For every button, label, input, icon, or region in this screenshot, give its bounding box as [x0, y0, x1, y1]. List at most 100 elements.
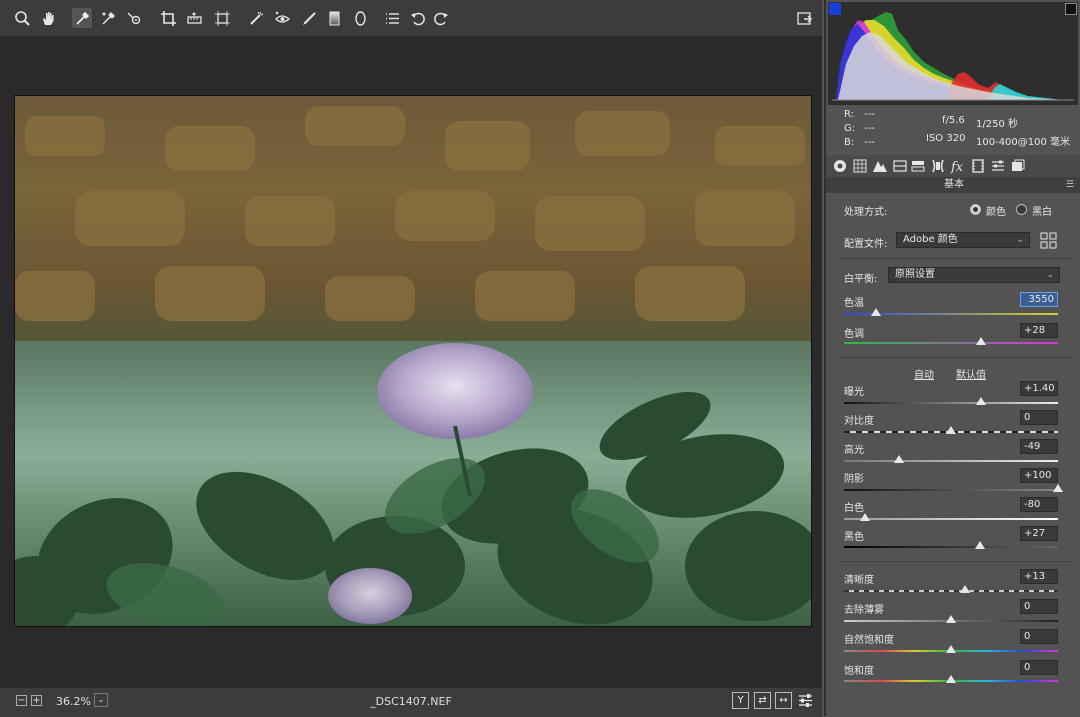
crop-icon[interactable]: [158, 8, 178, 28]
calibration-tab-icon[interactable]: [970, 158, 986, 174]
rotate-ccw-icon[interactable]: [408, 8, 428, 28]
saturation-value-field[interactable]: 0: [1020, 660, 1058, 675]
chevron-down-icon: ⌄: [1016, 235, 1024, 245]
tint-value-field[interactable]: +28: [1020, 323, 1058, 338]
list-icon[interactable]: [382, 8, 402, 28]
effects-tab-icon[interactable]: fx: [950, 158, 966, 175]
shadow-clipping-icon[interactable]: [829, 3, 841, 15]
tone-curve-tab-icon[interactable]: [852, 158, 868, 174]
whites-value-field[interactable]: -80: [1020, 497, 1058, 512]
spot-removal-icon[interactable]: [246, 8, 266, 28]
auto-link[interactable]: 自动: [914, 366, 934, 381]
contrast-slider-thumb[interactable]: [946, 426, 956, 434]
filename-label: _DSC1407.NEF: [370, 695, 452, 708]
shadows-slider-thumb[interactable]: [1053, 484, 1063, 492]
panel-menu-icon[interactable]: ☰: [1066, 180, 1074, 190]
magnifier-icon[interactable]: [12, 8, 32, 28]
radial-filter-icon[interactable]: [350, 8, 370, 28]
basic-tab-icon[interactable]: [832, 158, 848, 174]
vibrance-slider-thumb[interactable]: [946, 645, 956, 653]
color-sampler-icon[interactable]: [98, 8, 118, 28]
temp-label: 色温: [844, 298, 864, 309]
exposure-slider-thumb[interactable]: [975, 397, 986, 405]
profile-select[interactable]: Adobe 颜色 ⌄: [896, 232, 1030, 248]
rotate-cw-icon[interactable]: [430, 8, 450, 28]
image-info: R: --- G: --- B: --- f/5.6 1/250 秒 ISO 3…: [826, 105, 1080, 155]
target-adjust-icon[interactable]: [124, 8, 144, 28]
lens-focal: 100-400@100 毫米: [976, 137, 1071, 148]
highlights-slider-thumb[interactable]: [893, 455, 904, 463]
highlight-clipping-icon[interactable]: [1065, 3, 1077, 15]
temp-slider-thumb[interactable]: [871, 308, 882, 316]
whites-slider-track[interactable]: [844, 518, 1058, 520]
status-bar: − + 36.2% ⌄ _DSC1407.NEF Y ⇄ ↔: [0, 687, 822, 717]
clarity-slider-track[interactable]: [844, 590, 1058, 592]
dehaze-value-field[interactable]: 0: [1020, 599, 1058, 614]
panel-tab-bar: fx: [826, 155, 1080, 177]
white-balance-select[interactable]: 原照设置 ⌄: [888, 267, 1060, 283]
graduated-filter-icon[interactable]: [324, 8, 344, 28]
shadows-value-field[interactable]: +100: [1020, 468, 1058, 483]
hand-icon[interactable]: [38, 8, 58, 28]
presets-tab-icon[interactable]: [990, 158, 1006, 174]
shadows-label: 阴影: [844, 474, 864, 485]
blacks-value-field[interactable]: +27: [1020, 526, 1058, 541]
divider: [836, 258, 1076, 259]
tint-slider-thumb[interactable]: [975, 337, 986, 345]
fullscreen-icon[interactable]: [794, 8, 814, 28]
g-value: ---: [864, 123, 875, 134]
clarity-slider-thumb[interactable]: [959, 585, 970, 593]
chevron-down-icon: ⌄: [1046, 270, 1054, 280]
g-label: G:: [844, 123, 856, 134]
contrast-value-field[interactable]: 0: [1020, 410, 1058, 425]
r-label: R:: [844, 109, 855, 120]
vibrance-value-field[interactable]: 0: [1020, 629, 1058, 644]
process-label: 处理方式:: [844, 207, 888, 218]
highlights-value-field[interactable]: -49: [1020, 439, 1058, 454]
histogram: [828, 2, 1078, 105]
saturation-slider-thumb[interactable]: [946, 675, 956, 683]
temp-value-field[interactable]: 3550: [1020, 292, 1058, 307]
blacks-slider-track[interactable]: [844, 546, 1058, 548]
blacks-slider-thumb[interactable]: [974, 541, 985, 549]
copy-settings-button[interactable]: ↔: [775, 692, 792, 709]
panel-title: 基本: [826, 177, 1080, 193]
exposure-label: 曝光: [844, 387, 864, 398]
r-value: ---: [864, 109, 875, 120]
transform-icon[interactable]: [212, 8, 232, 28]
hsl-tab-icon[interactable]: [892, 158, 908, 174]
straighten-icon[interactable]: [184, 8, 204, 28]
sliders-icon[interactable]: [797, 692, 814, 709]
tint-slider-track[interactable]: [844, 342, 1058, 344]
wb-label: 白平衡:: [844, 274, 878, 285]
lens-corrections-tab-icon[interactable]: [930, 158, 946, 174]
profile-browser-icon[interactable]: [1040, 232, 1057, 249]
clarity-value-field[interactable]: +13: [1020, 569, 1058, 584]
swap-settings-button[interactable]: ⇄: [754, 692, 771, 709]
before-after-view-button[interactable]: Y: [732, 692, 749, 709]
clarity-label: 清晰度: [844, 575, 874, 586]
split-toning-tab-icon[interactable]: [910, 158, 926, 174]
shadows-slider-track[interactable]: [844, 489, 1058, 491]
whites-slider-thumb[interactable]: [860, 513, 871, 521]
process-bw-radio[interactable]: [1016, 204, 1027, 215]
adjustment-panel: R: --- G: --- B: --- f/5.6 1/250 秒 ISO 3…: [824, 0, 1080, 716]
highlights-slider-track[interactable]: [844, 460, 1058, 462]
blacks-label: 黑色: [844, 532, 864, 543]
divider: [836, 561, 1076, 562]
exposure-slider-track[interactable]: [844, 402, 1058, 404]
exposure-value-field[interactable]: +1.40: [1020, 381, 1058, 396]
profile-label: 配置文件:: [844, 239, 888, 250]
iso: ISO 320: [926, 133, 966, 144]
saturation-label: 饱和度: [844, 666, 874, 677]
snapshots-tab-icon[interactable]: [1010, 158, 1026, 174]
preview-canvas[interactable]: [0, 37, 822, 687]
detail-tab-icon[interactable]: [872, 158, 888, 174]
dehaze-slider-thumb[interactable]: [946, 615, 956, 623]
eyedropper-icon[interactable]: [72, 8, 92, 28]
photo-preview[interactable]: [14, 95, 812, 627]
red-eye-icon[interactable]: [272, 8, 292, 28]
process-color-radio[interactable]: [970, 204, 981, 215]
default-link[interactable]: 默认值: [956, 366, 986, 381]
brush-icon[interactable]: [298, 8, 318, 28]
